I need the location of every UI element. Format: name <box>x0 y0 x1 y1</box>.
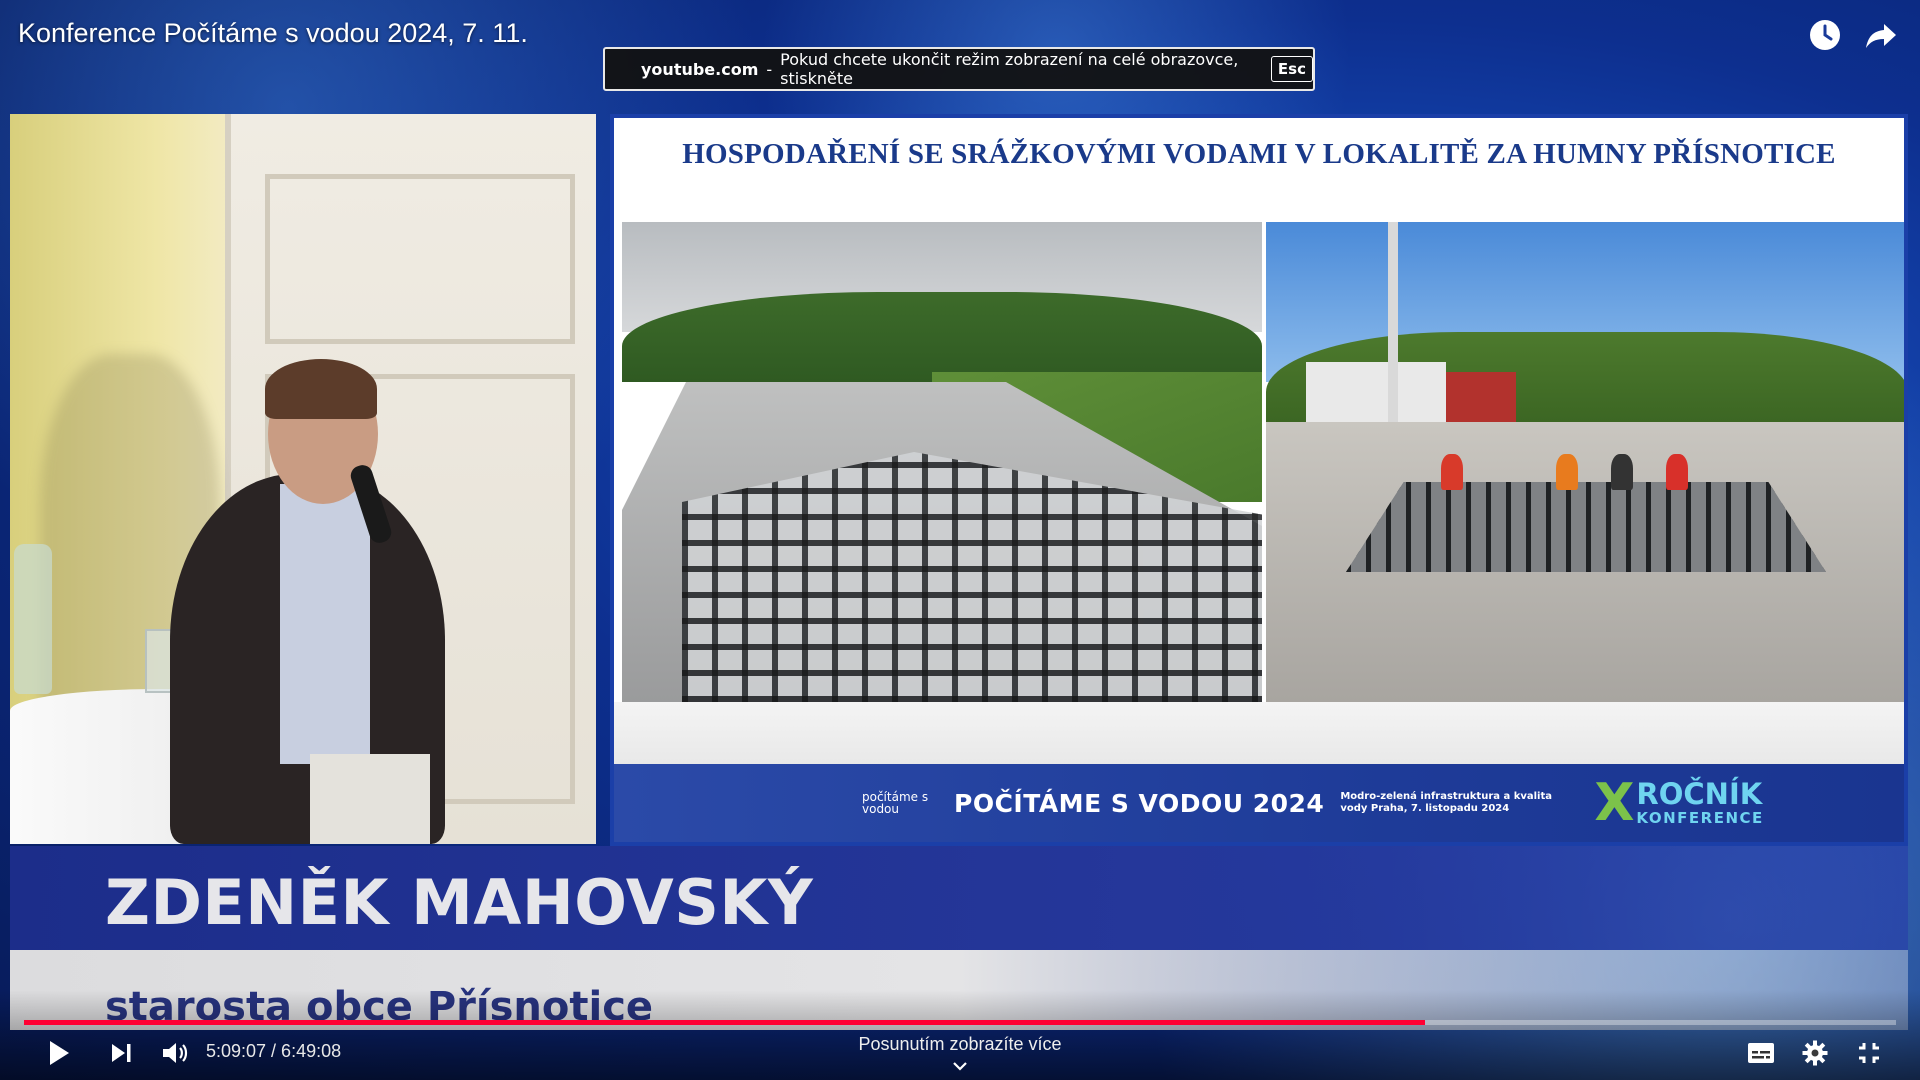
conference-subtitle: Modro-zelená infrastruktura a kvalita vo… <box>1340 791 1553 814</box>
gear-icon <box>1802 1040 1828 1066</box>
slide-photo-left <box>622 222 1262 702</box>
notice-separator: - <box>766 59 773 79</box>
scroll-hint: Posunutím zobrazíte více <box>858 1034 1062 1054</box>
settings-button[interactable] <box>1800 1037 1830 1069</box>
edition-word: ROČNÍK <box>1636 777 1763 811</box>
exit-fullscreen-icon <box>1859 1043 1879 1063</box>
speaker-name: ZDENĚK MAHOVSKÝ <box>105 866 814 939</box>
top-actions <box>1808 18 1898 52</box>
speaker-shirt <box>280 484 370 764</box>
photo-trees <box>622 292 1262 382</box>
speaker-hair <box>265 359 377 419</box>
edition-badge: X ROČNÍK KONFERENCE <box>1594 773 1764 833</box>
photo-worker <box>1556 454 1578 490</box>
fullscreen-exit-notice: youtube.com - Pokud chcete ukončit režim… <box>603 47 1315 91</box>
photo-worker <box>1666 454 1688 490</box>
watch-later-icon[interactable] <box>1808 18 1842 52</box>
esc-key-badge: Esc <box>1270 56 1313 82</box>
subtitles-icon <box>1748 1043 1774 1063</box>
photo-worker <box>1441 454 1463 490</box>
conference-banner: počítáme s vodou POČÍTÁME S VODOU 2024 M… <box>614 764 1904 842</box>
photo-worker <box>1611 454 1633 490</box>
subtitles-button[interactable] <box>1746 1037 1776 1069</box>
conference-title: POČÍTÁME S VODOU 2024 <box>954 788 1325 818</box>
speaker-camera-feed <box>10 114 596 844</box>
photo-roof <box>1446 372 1516 422</box>
progress-bar[interactable] <box>24 1020 1896 1025</box>
slide-lower-area <box>614 702 1904 772</box>
notice-message: Pokud chcete ukončit režim zobrazení na … <box>780 50 1239 88</box>
progress-played <box>24 1020 1426 1025</box>
chevron-down-icon[interactable] <box>952 1060 968 1072</box>
slide-photo-right <box>1266 222 1904 702</box>
lower-third-name-band: ZDENĚK MAHOVSKÝ <box>10 846 1908 950</box>
exit-fullscreen-button[interactable] <box>1854 1037 1884 1069</box>
slide-title: HOSPODAŘENÍ SE SRÁŽKOVÝMI VODAMI V LOKAL… <box>682 138 1836 170</box>
share-icon[interactable] <box>1864 18 1898 52</box>
water-bottle <box>14 544 52 694</box>
speaker-pants <box>310 754 430 844</box>
presentation-slide: HOSPODAŘENÍ SE SRÁŽKOVÝMI VODAMI V LOKAL… <box>610 114 1908 846</box>
photo-paving-grid <box>1346 482 1826 572</box>
notice-domain: youtube.com <box>641 59 759 79</box>
door-panel-top <box>265 174 575 344</box>
conference-logo: počítáme s vodou <box>862 790 929 816</box>
video-title[interactable]: Konference Počítáme s vodou 2024, 7. 11. <box>18 18 528 49</box>
edition-mark: X <box>1594 773 1635 833</box>
edition-sub: KONFERENCE <box>1636 809 1764 827</box>
